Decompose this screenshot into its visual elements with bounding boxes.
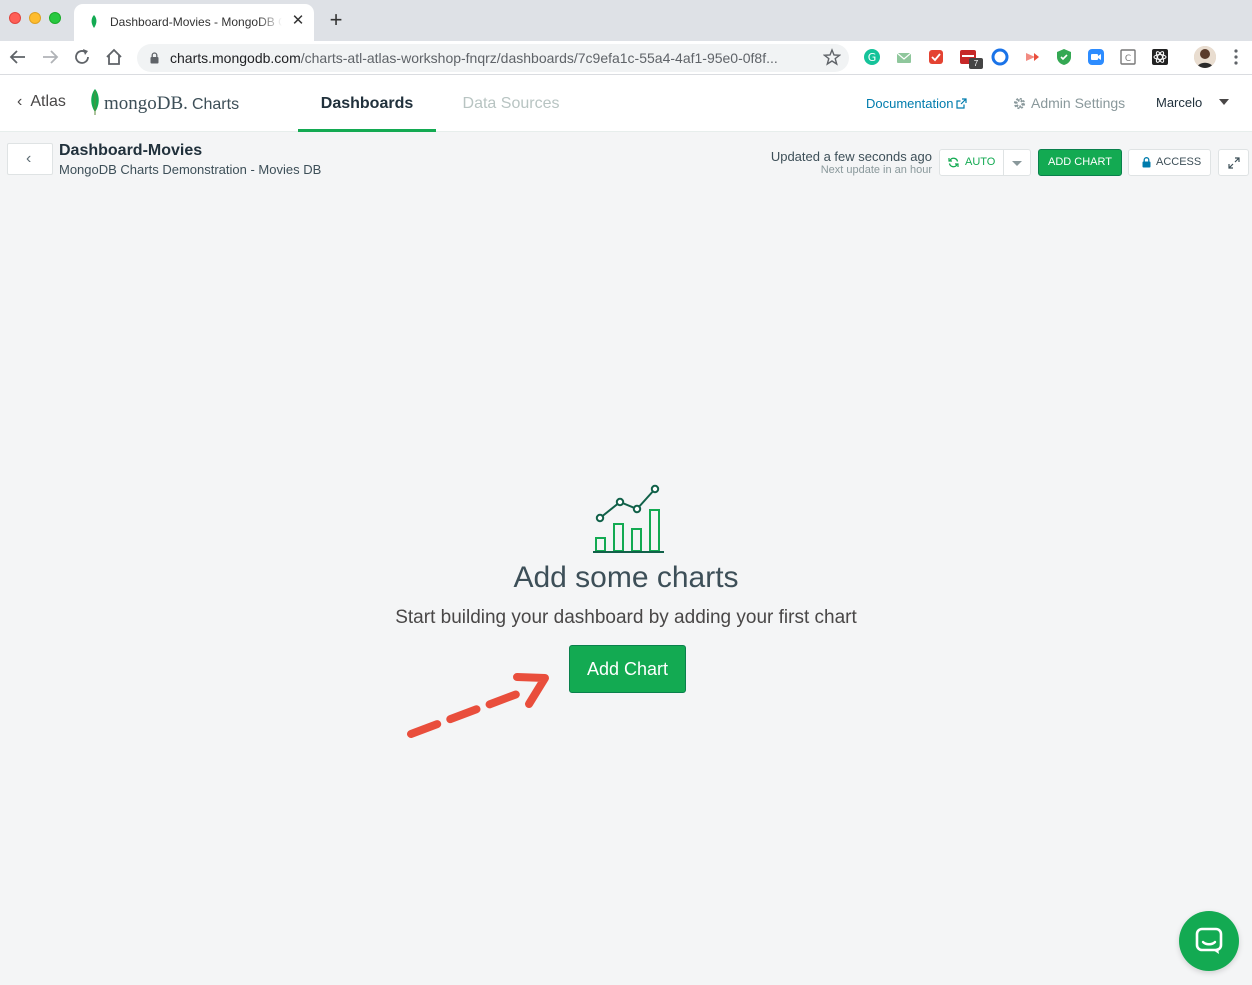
- chevron-down-icon[interactable]: [1219, 99, 1229, 105]
- browser-tab-strip: Dashboard-Movies - MongoDB Charts ✕ +: [0, 0, 1252, 41]
- refresh-icon: [948, 157, 959, 168]
- auto-refresh-button[interactable]: AUTO: [939, 149, 1004, 176]
- grammarly-extension-icon[interactable]: G: [863, 48, 881, 66]
- gear-icon: [1013, 97, 1026, 110]
- dashed-arrow-annotation: [407, 673, 549, 738]
- auto-refresh-label: AUTO: [965, 156, 996, 168]
- shield-extension-icon[interactable]: [1055, 48, 1073, 66]
- svg-text:C: C: [1125, 54, 1131, 64]
- url-host: charts.mongodb.com: [170, 50, 301, 66]
- window-close-dot[interactable]: [9, 12, 21, 24]
- browser-toolbar: charts.mongodb.com/charts-atl-atlas-work…: [0, 41, 1252, 75]
- chevron-left-icon: ‹: [17, 93, 23, 110]
- expand-icon: [1228, 157, 1240, 169]
- documentation-link[interactable]: Documentation: [866, 96, 968, 111]
- chevron-left-icon: ‹: [26, 150, 32, 167]
- fullscreen-button[interactable]: [1218, 149, 1249, 176]
- external-link-icon: [956, 98, 968, 109]
- add-chart-button[interactable]: Add Chart: [569, 645, 686, 693]
- address-bar[interactable]: charts.mongodb.com/charts-atl-atlas-work…: [137, 44, 849, 72]
- url-text: charts.mongodb.com/charts-atl-atlas-work…: [170, 50, 778, 66]
- access-label: ACCESS: [1156, 156, 1202, 168]
- back-button[interactable]: ‹: [7, 143, 53, 175]
- mongodb-leaf-icon: [91, 15, 97, 28]
- svg-text:G: G: [868, 51, 877, 64]
- browser-tab[interactable]: Dashboard-Movies - MongoDB Charts ✕: [74, 4, 314, 41]
- react-devtools-extension-icon[interactable]: [1151, 48, 1169, 66]
- home-icon[interactable]: [103, 46, 125, 68]
- dashboard-title: Dashboard-Movies: [59, 142, 203, 159]
- user-menu[interactable]: Marcelo: [1156, 95, 1202, 110]
- lock-icon: [150, 52, 159, 64]
- url-path: /charts-atl-atlas-workshop-fnqrz/dashboa…: [300, 50, 778, 66]
- logo-text: mongoDB. Charts: [104, 93, 239, 115]
- bookmark-star-icon[interactable]: [823, 48, 841, 66]
- line-bar-chart-icon: [593, 484, 664, 553]
- profile-avatar[interactable]: [1194, 46, 1216, 68]
- back-to-atlas-label: Atlas: [30, 93, 66, 110]
- padlock-icon: [1142, 157, 1151, 168]
- empty-state-subtitle: Start building your dashboard by adding …: [395, 607, 857, 628]
- circle-extension-icon[interactable]: [991, 48, 1009, 66]
- zoom-extension-icon[interactable]: [1087, 48, 1105, 66]
- tab-dashboards[interactable]: Dashboards: [298, 75, 436, 132]
- dashboard-description: MongoDB Charts Demonstration - Movies DB: [59, 162, 322, 177]
- chat-button[interactable]: [1179, 911, 1239, 971]
- logo-charts-text: Charts: [191, 96, 240, 113]
- window-zoom-dot[interactable]: [49, 12, 61, 24]
- mail-extension-icon[interactable]: [895, 48, 913, 66]
- avatar-icon: [1194, 46, 1216, 68]
- logo-mongodb-text: mongoDB.: [104, 93, 188, 114]
- admin-settings-label: Admin Settings: [1031, 95, 1126, 111]
- add-chart-header-button[interactable]: ADD CHART: [1038, 149, 1122, 176]
- tab-data-sources[interactable]: Data Sources: [446, 75, 576, 132]
- admin-settings-link[interactable]: Admin Settings: [1013, 95, 1125, 111]
- extension-badge: 7: [969, 58, 983, 69]
- tab-close-icon[interactable]: ✕: [290, 12, 306, 30]
- chat-bubble-icon: [1195, 927, 1223, 954]
- access-button[interactable]: ACCESS: [1128, 149, 1211, 176]
- empty-state-title: Add some charts: [513, 561, 739, 594]
- forward-arrow-icon[interactable]: [39, 46, 61, 68]
- next-update-text: Next update in an hour: [820, 164, 932, 176]
- app-header: ‹ Atlas mongoDB. Charts Dashboards Data So…: [0, 75, 1252, 132]
- auto-refresh-dropdown[interactable]: [1004, 149, 1031, 176]
- window-minimize-dot[interactable]: [29, 12, 41, 24]
- last-updated-text: Updated a few seconds ago: [770, 149, 932, 164]
- back-to-atlas-link[interactable]: ‹ Atlas: [17, 93, 66, 113]
- todo-extension-icon[interactable]: [927, 48, 945, 66]
- documentation-label: Documentation: [866, 96, 954, 111]
- video-extension-icon[interactable]: [1023, 48, 1041, 66]
- reader-extension-icon[interactable]: C: [1119, 48, 1137, 66]
- browser-menu-icon[interactable]: [1230, 47, 1242, 67]
- reload-icon[interactable]: [71, 46, 93, 68]
- back-arrow-icon[interactable]: [7, 46, 29, 68]
- new-tab-icon[interactable]: +: [326, 9, 346, 31]
- mongodb-leaf-icon: [91, 89, 99, 115]
- tab-title: Dashboard-Movies - MongoDB Charts: [110, 15, 282, 29]
